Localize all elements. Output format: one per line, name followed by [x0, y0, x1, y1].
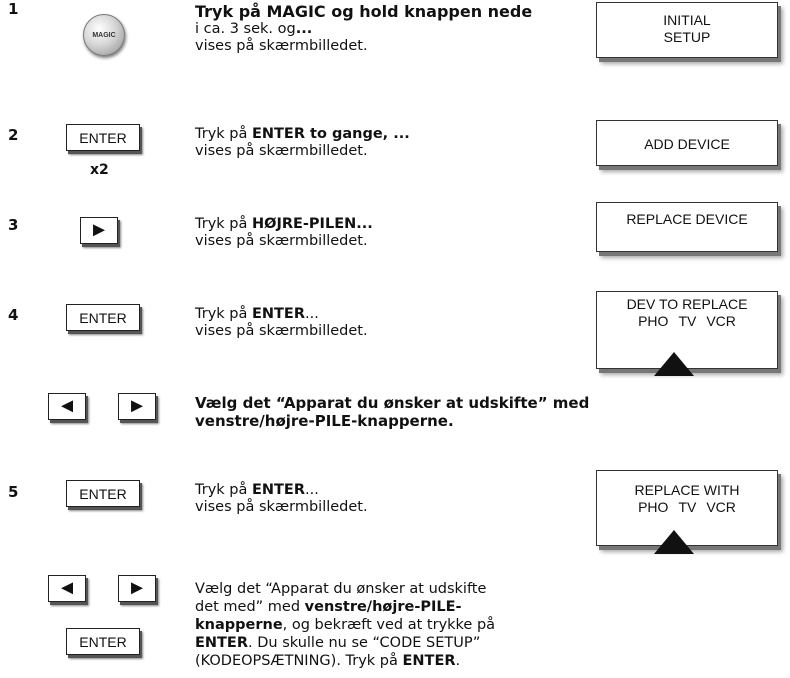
- option-tv: TV: [678, 313, 697, 329]
- step-number: 5: [8, 483, 19, 501]
- final-line-3-bold: knapperne: [195, 617, 283, 633]
- final-line-5: (KODEOPSÆTNING). Tryk på ENTER.: [195, 652, 615, 670]
- display-options: PHO TV VCR: [597, 313, 777, 330]
- left-arrow-icon: ◄: [57, 577, 77, 599]
- final-line-1: Vælg det “Apparat du ønsker at udskifte: [195, 581, 487, 597]
- enter-key[interactable]: ENTER: [66, 124, 140, 151]
- step-1-line-2-text: i ca. 3 sek. og: [195, 21, 296, 37]
- step-4-post: ...: [305, 306, 319, 322]
- final-line-3-text: , og bekræft ved at trykke på: [282, 617, 496, 633]
- step-5-post: ...: [305, 482, 319, 498]
- lcd-display-initial-setup: INITIAL SETUP: [596, 2, 778, 58]
- step-3-instruction: Tryk på HØJRE-PILEN... vises på skærmbil…: [195, 216, 575, 250]
- enter-key-label: ENTER: [79, 309, 127, 326]
- select-note-line-1: Vælg det “Apparat du ønsker at udskifte”…: [195, 394, 590, 412]
- display-line: ADD DEVICE: [644, 136, 730, 152]
- step-2-line-2: vises på skærmbilledet.: [195, 143, 368, 159]
- step-number: 4: [8, 306, 19, 324]
- select-note-line-2: venstre/højre-PILE-knapperne.: [195, 412, 454, 430]
- step-4-line-1: Tryk på ENTER...: [195, 306, 575, 323]
- step-1-line-3: vises på skærmbilledet.: [195, 38, 368, 54]
- enter-key[interactable]: ENTER: [66, 304, 140, 331]
- step-5-pre: Tryk på: [195, 482, 252, 498]
- step-2-line-1: Tryk på ENTER to gange, ...: [195, 126, 575, 143]
- step-3-line-2: vises på skærmbilledet.: [195, 233, 368, 249]
- final-instruction: Vælg det “Apparat du ønsker at udskifte …: [195, 580, 615, 670]
- enter-key[interactable]: ENTER: [66, 628, 140, 655]
- display-title: DEV TO REPLACE: [626, 296, 748, 312]
- final-line-3: knapperne, og bekræft ved at trykke på: [195, 616, 615, 634]
- final-line-5-bold: ENTER: [402, 653, 456, 669]
- display-line: SETUP: [663, 29, 711, 45]
- final-line-4: ENTER. Du skulle nu se “CODE SETUP”: [195, 634, 615, 652]
- step-4-line-2: vises på skærmbilledet.: [195, 323, 368, 339]
- left-arrow-icon: ◄: [57, 395, 77, 417]
- step-2-instruction: Tryk på ENTER to gange, ... vises på skæ…: [195, 126, 575, 160]
- display-line: INITIAL: [663, 12, 711, 28]
- enter-key[interactable]: ENTER: [66, 480, 140, 507]
- enter-key-label: ENTER: [79, 129, 127, 146]
- step-5-line-2: vises på skærmbilledet.: [195, 499, 368, 515]
- right-arrow-icon: ►: [89, 219, 109, 241]
- step-number: 2: [8, 126, 19, 144]
- left-arrow-key[interactable]: ◄: [48, 575, 86, 602]
- step-1-line-2-bold: ...: [295, 21, 313, 37]
- step-4-bold: ENTER: [251, 306, 305, 322]
- step-5-line-1: Tryk på ENTER...: [195, 482, 575, 499]
- right-arrow-key[interactable]: ►: [118, 393, 156, 420]
- step-1-line-2: i ca. 3 sek. og...: [195, 21, 615, 38]
- right-arrow-key[interactable]: ►: [80, 217, 118, 244]
- step-3-pre: Tryk på: [195, 216, 252, 232]
- final-line-2: det med” med venstre/højre-PILE-: [195, 598, 615, 616]
- step-5-instruction: Tryk på ENTER... vises på skærmbilledet.: [195, 482, 575, 516]
- display-options: PHO TV VCR: [597, 499, 777, 516]
- step-3-line-1: Tryk på HØJRE-PILEN...: [195, 216, 575, 233]
- final-line-5-end: .: [455, 653, 461, 669]
- final-line-2-bold: venstre/højre-PILE-: [304, 599, 462, 615]
- triangle-up-icon: [654, 530, 694, 554]
- right-arrow-icon: ►: [127, 395, 147, 417]
- step-2-pre: Tryk på: [195, 126, 252, 142]
- left-arrow-key[interactable]: ◄: [48, 393, 86, 420]
- final-line-2-text: det med” med: [195, 599, 305, 615]
- step-4-instruction: Tryk på ENTER... vises på skærmbilledet.: [195, 306, 575, 340]
- final-line-4-text: . Du skulle nu se “CODE SETUP”: [248, 635, 481, 651]
- step-3-bold: HØJRE-PILEN...: [251, 216, 373, 232]
- final-line-4-bold: ENTER: [195, 635, 249, 651]
- step-5-bold: ENTER: [251, 482, 305, 498]
- option-vcr: VCR: [706, 313, 736, 329]
- option-pho: PHO: [638, 313, 669, 329]
- step-number: 1: [8, 0, 19, 18]
- enter-key-label: ENTER: [79, 485, 127, 502]
- option-vcr: VCR: [706, 499, 736, 515]
- triangle-up-icon: [654, 352, 694, 376]
- final-line-5-text: (KODEOPSÆTNING). Tryk på: [195, 653, 403, 669]
- press-count: x2: [90, 162, 109, 178]
- lcd-display-add-device: ADD DEVICE: [596, 120, 778, 166]
- select-device-note: Vælg det “Apparat du ønsker at udskifte”…: [195, 394, 695, 430]
- right-arrow-key[interactable]: ►: [118, 575, 156, 602]
- step-number: 3: [8, 216, 19, 234]
- step-4-pre: Tryk på: [195, 306, 252, 322]
- enter-key-label: ENTER: [79, 633, 127, 650]
- option-pho: PHO: [638, 499, 669, 515]
- option-tv: TV: [678, 499, 697, 515]
- magic-button[interactable]: MAGIC: [83, 14, 125, 56]
- display-line: REPLACE DEVICE: [626, 211, 748, 227]
- step-1-line-1: Tryk på MAGIC og hold knappen nede: [195, 2, 533, 21]
- magic-button-label: MAGIC: [92, 31, 116, 39]
- right-arrow-icon: ►: [127, 577, 147, 599]
- display-title: REPLACE WITH: [634, 482, 740, 498]
- step-1-instruction: Tryk på MAGIC og hold knappen nede i ca.…: [195, 2, 615, 55]
- step-2-bold: ENTER to gange, ...: [251, 126, 410, 142]
- lcd-display-replace-device: REPLACE DEVICE: [596, 202, 778, 252]
